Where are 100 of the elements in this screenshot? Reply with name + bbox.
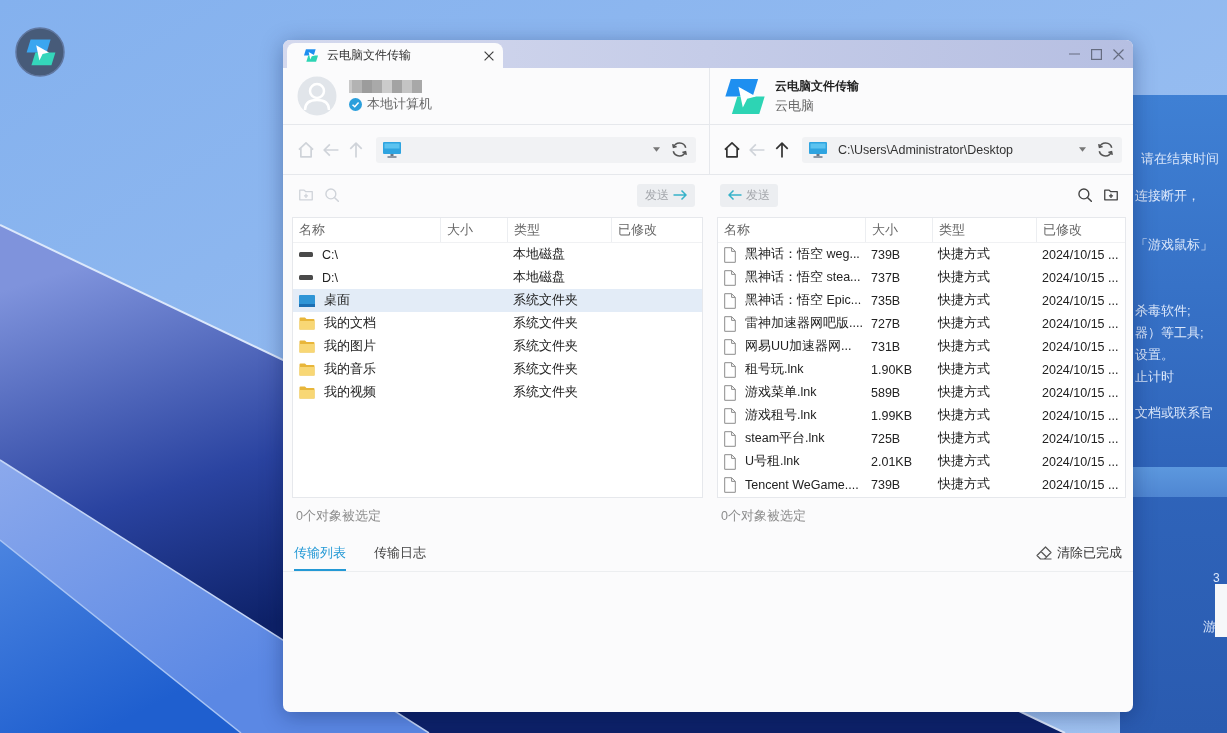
file-row[interactable]: 我的文档 系统文件夹 <box>293 312 702 335</box>
file-size: 731B <box>871 339 901 354</box>
monitor-icon <box>809 141 827 158</box>
modified-date: 2024/10/15 ... <box>1042 362 1119 377</box>
selection-status: 0个对象被选定 <box>721 508 806 525</box>
monitor-icon <box>383 141 401 158</box>
pane-subtitle: 云电脑 <box>775 97 814 115</box>
file-row[interactable]: U号租.lnk 2.01KB 快捷方式 2024/10/15 ... <box>718 450 1125 473</box>
selection-status: 0个对象被选定 <box>296 508 381 525</box>
folder-icon <box>299 386 315 399</box>
file-icon <box>724 315 736 332</box>
file-icon <box>724 384 736 401</box>
transfer-tab[interactable]: 传输日志 <box>374 535 426 571</box>
file-icon <box>724 476 736 493</box>
column-header[interactable]: 已修改 <box>1037 218 1125 242</box>
file-name: 黑神话：悟空 Epic... <box>745 292 862 309</box>
file-name: 黑神话：悟空 weg... <box>745 246 860 263</box>
file-type: 快捷方式 <box>938 338 990 355</box>
file-type: 本地磁盘 <box>513 246 565 263</box>
maximize-icon[interactable] <box>1091 48 1102 60</box>
file-icon <box>724 246 736 263</box>
address-field[interactable]: C:\Users\Administrator\Desktop <box>802 136 1122 163</box>
close-icon[interactable] <box>484 50 494 61</box>
column-header[interactable]: 名称 <box>718 218 866 242</box>
background-text: 3 <box>1213 572 1220 584</box>
column-header[interactable]: 类型 <box>508 218 612 242</box>
file-row[interactable]: Tencent WeGame.... 739B 快捷方式 2024/10/15 ... <box>718 473 1125 496</box>
dropdown-caret-icon[interactable] <box>1079 147 1086 152</box>
file-type: 快捷方式 <box>938 430 990 447</box>
file-name: U号租.lnk <box>745 453 800 470</box>
app-logo-icon <box>304 49 318 62</box>
file-row[interactable]: 黑神话：悟空 Epic... 735B 快捷方式 2024/10/15 ... <box>718 289 1125 312</box>
file-row[interactable]: steam平台.lnk 725B 快捷方式 2024/10/15 ... <box>718 427 1125 450</box>
file-type: 快捷方式 <box>938 453 990 470</box>
file-name: 我的视频 <box>324 384 376 401</box>
file-row[interactable]: C:\ 本地磁盘 <box>293 243 702 266</box>
address-field[interactable] <box>376 136 696 163</box>
file-row[interactable]: 我的图片 系统文件夹 <box>293 335 702 358</box>
file-type: 系统文件夹 <box>513 315 578 332</box>
file-row[interactable]: 桌面 系统文件夹 <box>293 289 702 312</box>
background-text: 设置。 <box>1135 346 1174 364</box>
file-name: Tencent WeGame.... <box>745 477 859 492</box>
app-shortcut-icon[interactable] <box>15 27 65 77</box>
file-row[interactable]: 网易UU加速器网... 731B 快捷方式 2024/10/15 ... <box>718 335 1125 358</box>
file-row[interactable]: 游戏菜单.lnk 589B 快捷方式 2024/10/15 ... <box>718 381 1125 404</box>
file-size: 735B <box>871 293 901 308</box>
refresh-icon[interactable] <box>1098 142 1113 157</box>
modified-date: 2024/10/15 ... <box>1042 293 1119 308</box>
modified-date: 2024/10/15 ... <box>1042 454 1119 469</box>
file-icon <box>724 292 736 309</box>
folder-icon <box>299 363 315 376</box>
file-name: 我的图片 <box>324 338 376 355</box>
column-header[interactable]: 大小 <box>441 218 508 242</box>
file-name: 雷神加速器网吧版.... <box>745 315 863 332</box>
desktop-folder-icon <box>299 294 315 307</box>
folder-plus-icon[interactable] <box>1104 188 1118 202</box>
background-text: 请在结束时间 <box>1141 150 1219 168</box>
file-row[interactable]: 我的音乐 系统文件夹 <box>293 358 702 381</box>
window-tab[interactable]: 云电脑文件传输 <box>287 43 503 68</box>
up-arrow-icon[interactable] <box>774 141 790 158</box>
file-type: 系统文件夹 <box>513 338 578 355</box>
file-type: 本地磁盘 <box>513 269 565 286</box>
modified-date: 2024/10/15 ... <box>1042 431 1119 446</box>
modified-date: 2024/10/15 ... <box>1042 316 1119 331</box>
panel-fragment <box>1215 584 1227 637</box>
file-size: 739B <box>871 247 901 262</box>
file-icon <box>724 269 736 286</box>
file-type: 快捷方式 <box>938 407 990 424</box>
file-row[interactable]: 黑神话：悟空 weg... 739B 快捷方式 2024/10/15 ... <box>718 243 1125 266</box>
file-row[interactable]: 游戏租号.lnk 1.99KB 快捷方式 2024/10/15 ... <box>718 404 1125 427</box>
file-name: 黑神话：悟空 stea... <box>745 269 861 286</box>
file-type: 系统文件夹 <box>513 361 578 378</box>
file-row[interactable]: 雷神加速器网吧版.... 727B 快捷方式 2024/10/15 ... <box>718 312 1125 335</box>
refresh-icon[interactable] <box>672 142 687 157</box>
column-header[interactable]: 大小 <box>866 218 933 242</box>
modified-date: 2024/10/15 ... <box>1042 247 1119 262</box>
file-name: 游戏菜单.lnk <box>745 384 817 401</box>
dropdown-caret-icon[interactable] <box>653 147 660 152</box>
file-size: 1.90KB <box>871 362 912 377</box>
modified-date: 2024/10/15 ... <box>1042 408 1119 423</box>
file-name: 我的音乐 <box>324 361 376 378</box>
background-text: 文档或联系官 <box>1135 404 1213 422</box>
drive-icon <box>299 252 313 257</box>
pane-subtitle: 本地计算机 <box>367 95 432 113</box>
file-name: 租号玩.lnk <box>745 361 804 378</box>
search-icon[interactable] <box>1078 188 1092 202</box>
file-type: 快捷方式 <box>938 361 990 378</box>
file-row[interactable]: 我的视频 系统文件夹 <box>293 381 702 404</box>
column-header[interactable]: 类型 <box>933 218 1037 242</box>
eraser-icon <box>1036 546 1052 560</box>
file-name: D:\ <box>322 270 338 285</box>
file-row[interactable]: 黑神话：悟空 stea... 737B 快捷方式 2024/10/15 ... <box>718 266 1125 289</box>
home-icon[interactable] <box>724 141 740 158</box>
file-name: steam平台.lnk <box>745 430 825 447</box>
folder-icon <box>299 317 315 330</box>
file-row[interactable]: 租号玩.lnk 1.90KB 快捷方式 2024/10/15 ... <box>718 358 1125 381</box>
column-header[interactable]: 已修改 <box>612 218 702 242</box>
column-header[interactable]: 名称 <box>293 218 441 242</box>
file-row[interactable]: D:\ 本地磁盘 <box>293 266 702 289</box>
clear-completed-button[interactable]: 清除已完成 <box>1036 544 1122 562</box>
